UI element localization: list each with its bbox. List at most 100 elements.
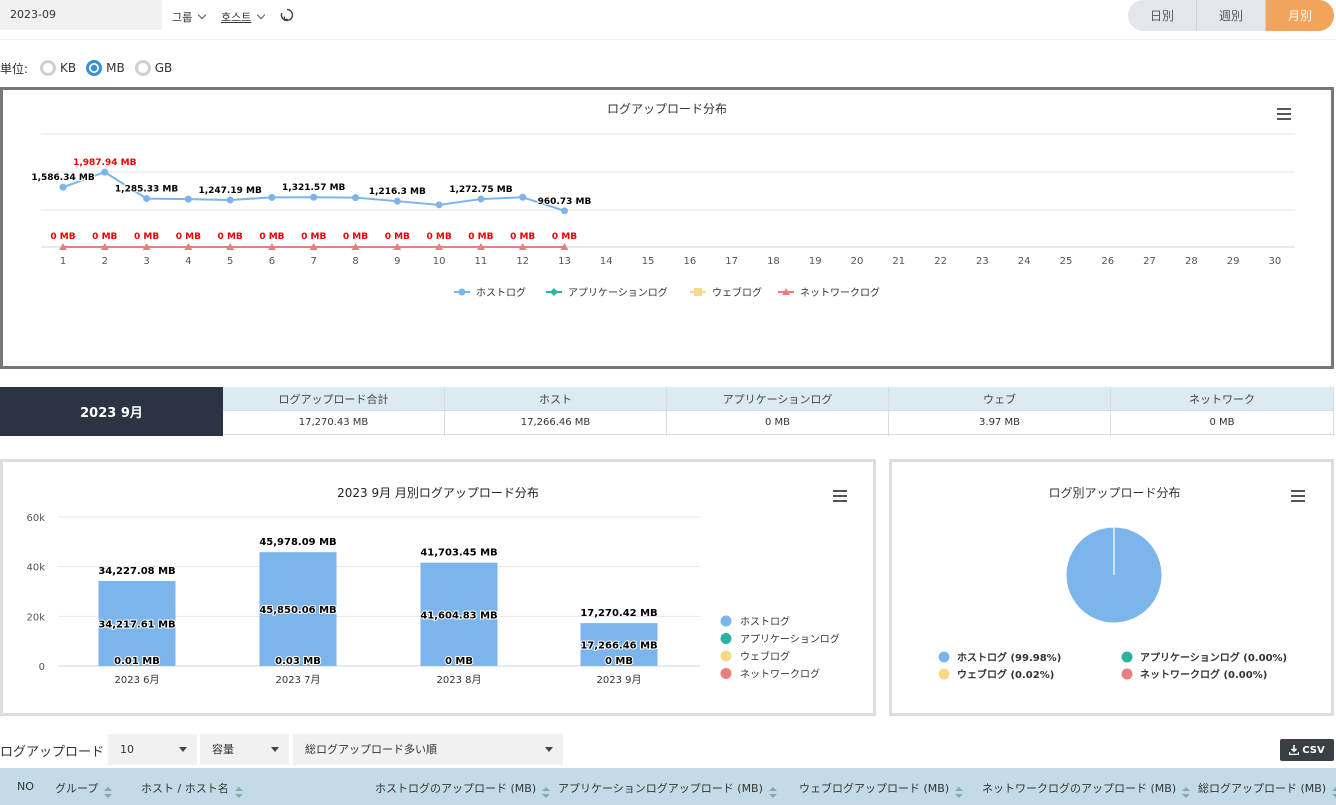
monthly-button[interactable]: 月別	[1266, 0, 1334, 31]
summary-col-total: ログアップロード合計 17,270.43 MB	[223, 387, 445, 436]
caret-down-icon	[179, 747, 187, 752]
host-log-point	[477, 195, 485, 203]
data-label: 0 MB	[176, 232, 201, 242]
x-tick-label: 3	[143, 256, 149, 267]
bar-value-label: 17,266.46 MB	[580, 641, 657, 652]
col-host-log[interactable]: ホストログのアップロード (MB)	[375, 780, 551, 798]
summary-value: 3.97 MB	[889, 411, 1110, 435]
summary-col-network: ネットワーク 0 MB	[1111, 387, 1334, 436]
pie-chart: ホストログ (99.98%) アプリケーションログ (0.00%) ウェブログ (0…	[938, 526, 1287, 681]
legend-marker	[720, 668, 732, 679]
bar-chart-panel: 2023 9月 月別ログアップロード分布 0 20k 40k 60k 34,227.08…	[0, 459, 876, 716]
summary-value: 0 MB	[1111, 411, 1333, 435]
x-tick-label: 10	[433, 256, 446, 267]
col-group[interactable]: グループ	[55, 780, 113, 798]
csv-download-button[interactable]: CSV	[1280, 739, 1334, 761]
summary-col-app: アプリケーションログ 0 MB	[667, 387, 889, 436]
unit-selector: 単位: KB MB GB	[0, 58, 172, 78]
pie-chart-panel: ログ別アップロード分布 ホストログ (99.98%) アプリケーションログ (0.…	[889, 459, 1334, 716]
y-tick-label: 60k	[26, 513, 45, 524]
legend-label: ネットワークログ	[800, 286, 880, 299]
bar-base-label: 0 MB	[605, 656, 633, 667]
legend-marker	[720, 615, 732, 627]
col-no: NO	[17, 780, 34, 793]
x-tick-label: 11	[475, 256, 488, 267]
legend-label: アプリケーションログ (0.00%)	[1140, 651, 1287, 664]
unit-label: 単位:	[0, 61, 29, 76]
x-tick-label: 8	[352, 256, 358, 267]
bar-value-label: 45,850.06 MB	[259, 605, 336, 616]
unit-mb-radio[interactable]: MB	[86, 60, 125, 76]
table-title: ログアップロード	[0, 745, 105, 760]
host-log-point	[560, 207, 568, 215]
weekly-button[interactable]: 週別	[1197, 0, 1266, 31]
legend-marker	[938, 668, 950, 680]
data-label: 0 MB	[385, 232, 410, 242]
data-label: 1,272.75 MB	[449, 185, 513, 195]
x-tick-label: 6	[269, 256, 275, 267]
x-tick-label: 20	[851, 256, 864, 267]
legend-marker	[1121, 668, 1133, 680]
summary-header: ホスト	[445, 387, 666, 411]
daily-button[interactable]: 日別	[1128, 0, 1197, 31]
host-log-point	[226, 196, 234, 204]
col-host[interactable]: ホスト / ホスト名	[141, 780, 243, 798]
metric-select[interactable]: 容量	[200, 734, 289, 765]
sort-select[interactable]: 総ログアップロード多い順	[293, 734, 563, 765]
x-tick-label: 28	[1185, 256, 1198, 267]
unit-gb-radio[interactable]: GB	[134, 60, 173, 76]
x-tick-label: 27	[1143, 256, 1156, 267]
col-web-log[interactable]: ウェブログアップロード (MB)	[799, 780, 964, 798]
host-log-point	[393, 197, 401, 205]
csv-label: CSV	[1302, 744, 1325, 756]
x-tick-label: 2	[102, 256, 108, 267]
data-label: 0 MB	[134, 232, 159, 242]
download-icon	[1289, 745, 1300, 755]
col-total-log[interactable]: 総ログアップロード (MB)	[1198, 780, 1336, 798]
line-chart: 1 2 3 4 5 6 7 8 9 10 11 12 13 14 15 16 17 18 19 20 21 22 23 24 2…	[30, 133, 1295, 299]
bar-base-label: 0.01 MB	[114, 656, 160, 667]
summary-col-host: ホスト 17,266.46 MB	[445, 387, 667, 436]
summary-header: ログアップロード合計	[223, 387, 444, 411]
legend-label: ホストログ	[476, 286, 526, 299]
data-label: 1,987.94 MB	[73, 158, 137, 168]
col-app-log[interactable]: アプリケーションログアップロード (MB)	[558, 780, 777, 798]
bar-total-label: 34,227.08 MB	[98, 566, 175, 577]
x-tick-label: 26	[1101, 256, 1114, 267]
data-label: 0 MB	[343, 232, 368, 242]
y-tick-label: 0	[39, 662, 45, 673]
col-network-log[interactable]: ネットワークログのアップロード (MB)	[982, 780, 1191, 798]
host-log-point	[268, 193, 276, 201]
x-tick-label: 16	[683, 256, 696, 267]
summary-value: 0 MB	[667, 411, 888, 435]
host-dropdown[interactable]: 호스트	[221, 9, 266, 25]
data-label: 0 MB	[218, 232, 243, 242]
data-label: 1,216.3 MB	[369, 187, 426, 197]
unit-kb-label: KB	[60, 61, 77, 75]
month-input[interactable]: 2023-09	[0, 0, 162, 30]
group-dropdown[interactable]: 그룹	[172, 9, 207, 25]
bar-total-label: 17,270.42 MB	[580, 608, 657, 619]
x-tick-label: 9	[394, 256, 400, 267]
host-log-point	[101, 168, 109, 176]
legend-label: アプリケーションログ	[568, 286, 668, 299]
host-log-point	[310, 193, 318, 201]
x-tick-label: 5	[227, 256, 233, 267]
unit-kb-radio[interactable]: KB	[40, 60, 76, 76]
y-tick-label: 40k	[26, 563, 45, 574]
legend-marker	[694, 288, 702, 296]
legend-label: ウェブログ	[740, 650, 790, 663]
legend-marker	[720, 633, 732, 644]
radio-checked-icon	[86, 60, 103, 76]
page-size-select[interactable]: 10	[108, 734, 197, 765]
x-tick-label: 25	[1060, 256, 1073, 267]
unit-gb-label: GB	[154, 61, 173, 75]
unit-mb-label: MB	[106, 61, 125, 75]
x-tick-label: 2023 6月	[115, 674, 160, 686]
summary-value: 17,270.43 MB	[223, 411, 444, 435]
legend-marker	[938, 651, 950, 663]
x-tick-label: 22	[934, 256, 947, 267]
refresh-icon[interactable]	[280, 8, 294, 22]
summary-table: 2023 9月 ログアップロード合計 17,270.43 MB ホスト 17,266…	[0, 387, 1336, 436]
bar-value-label: 34,217.61 MB	[98, 620, 175, 631]
